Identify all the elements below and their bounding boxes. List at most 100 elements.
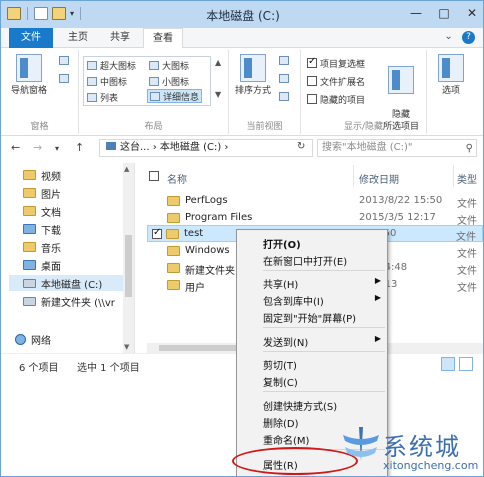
nav-item-local-disk[interactable]: 本地磁盘 (C:): [9, 275, 123, 291]
window-controls: — □ ✕: [409, 6, 479, 20]
layout-small[interactable]: 小图标: [149, 74, 189, 88]
maximize-button[interactable]: □: [437, 6, 451, 20]
nav-item-documents[interactable]: 文档: [23, 203, 61, 219]
nav-item-label: 图片: [41, 189, 61, 201]
menu-item-cut[interactable]: 剪切(T): [263, 357, 385, 372]
size-columns-button[interactable]: [279, 92, 289, 104]
nav-item-network[interactable]: 网络: [15, 331, 51, 347]
documents-folder-icon: [23, 206, 36, 216]
table-row[interactable]: PerfLogs 2013/8/22 15:50 文件: [149, 193, 483, 210]
nav-item-desktop[interactable]: 桌面: [23, 257, 61, 273]
minimize-button[interactable]: —: [409, 6, 423, 20]
nav-scroll-thumb[interactable]: [125, 235, 132, 297]
ribbon-expand-icon[interactable]: ⌄: [444, 31, 452, 42]
layout-extra-large[interactable]: 超大图标: [87, 58, 136, 72]
search-input[interactable]: 搜索"本地磁盘 (C:)" ⚲: [317, 139, 477, 157]
file-name: 用户: [185, 283, 205, 294]
add-columns-button[interactable]: [279, 74, 289, 86]
help-icon[interactable]: ?: [462, 31, 475, 44]
row-checkbox-checked-icon[interactable]: [152, 227, 162, 239]
layout-label: 中图标: [100, 77, 128, 88]
tab-view[interactable]: 查看: [143, 28, 183, 49]
checkbox-icon: [307, 94, 317, 104]
item-count: 6 个项目: [19, 363, 59, 374]
large-icons-view-icon[interactable]: [459, 357, 473, 371]
navigation-pane: 视频 图片 文档 下载 音乐 桌面 本地磁盘 (C:) 新建文件夹 (\\vr …: [1, 163, 135, 353]
nav-item-downloads[interactable]: 下载: [23, 221, 61, 237]
recent-locations-icon[interactable]: ▾: [55, 144, 59, 153]
menu-item-copy[interactable]: 复制(C): [263, 374, 385, 389]
sort-by-button[interactable]: 排序方式: [231, 54, 275, 97]
menu-separator: [263, 351, 385, 352]
checkbox-label: 项目复选框: [320, 59, 366, 70]
music-folder-icon: [23, 242, 36, 252]
address-input[interactable]: 这台... › 本地磁盘 (C:) ›: [99, 139, 313, 157]
file-name: PerfLogs: [185, 195, 228, 206]
desktop-folder-icon: [23, 260, 36, 270]
nav-item-videos[interactable]: 视频: [23, 167, 61, 183]
ribbon-group-current-view: 排序方式 当前视图: [229, 50, 301, 134]
file-extensions-toggle[interactable]: 文件扩展名: [307, 74, 365, 88]
menu-item-pin-start[interactable]: 固定到"开始"屏幕(P): [263, 310, 385, 325]
forward-arrow-icon[interactable]: →: [33, 141, 42, 154]
layout-scroll-icon[interactable]: ▲: [215, 58, 221, 67]
item-checkboxes-toggle[interactable]: 项目复选框: [307, 56, 365, 70]
folder-icon: [167, 213, 180, 223]
layout-large[interactable]: 大图标: [149, 58, 189, 72]
menu-item-include-library[interactable]: 包含到库中(I) ▶: [263, 293, 385, 308]
ribbon-right-controls: ⌄ ?: [444, 31, 475, 44]
menu-item-create-shortcut[interactable]: 创建快捷方式(S): [263, 398, 385, 413]
menu-item-open[interactable]: 打开(O): [263, 236, 385, 251]
close-button[interactable]: ✕: [465, 6, 479, 20]
details-pane-button[interactable]: [59, 74, 69, 86]
menu-item-send-to[interactable]: 发送到(N) ▶: [263, 334, 385, 349]
large-icons-icon: [149, 60, 159, 70]
column-header-date[interactable]: 修改日期: [359, 171, 399, 186]
back-arrow-icon[interactable]: ←: [11, 141, 20, 154]
ribbon-group-options: 选项: [427, 50, 483, 134]
menu-item-open-new-window[interactable]: 在新窗口中打开(E): [263, 253, 385, 268]
folder-icon: [167, 196, 180, 206]
up-arrow-icon[interactable]: ↑: [75, 141, 84, 154]
refresh-icon[interactable]: ↻: [297, 141, 305, 152]
layout-list[interactable]: 列表: [87, 90, 118, 104]
nav-item-pictures[interactable]: 图片: [23, 185, 61, 201]
column-header-name[interactable]: 名称: [167, 171, 187, 186]
selected-count: 选中 1 个项目: [77, 363, 140, 374]
scroll-up-icon[interactable]: ▲: [124, 165, 129, 173]
checkbox-checked-icon: [307, 56, 317, 68]
nav-item-music[interactable]: 音乐: [23, 239, 61, 255]
hide-selected-icon: [388, 66, 414, 94]
nav-pane-button[interactable]: 导航窗格: [7, 54, 51, 97]
group-label-show-hide: 显示/隐藏: [343, 122, 384, 132]
nav-pane-scrollbar[interactable]: ▲ ▼: [123, 163, 134, 353]
options-label: 选项: [441, 86, 460, 96]
scroll-down-icon[interactable]: ▼: [124, 343, 129, 351]
checkbox-label: 隐藏的项目: [320, 95, 366, 106]
watermark-logo-icon: [343, 427, 379, 461]
ribbon-tabs: 文件 主页 共享 查看 ⌄ ?: [1, 28, 483, 49]
menu-item-share[interactable]: 共享(H) ▶: [263, 276, 385, 291]
layout-medium[interactable]: 中图标: [87, 74, 127, 88]
preview-pane-button[interactable]: [59, 56, 69, 68]
nav-item-label: 文档: [41, 207, 61, 219]
nav-item-network-drive[interactable]: 新建文件夹 (\\vr: [23, 293, 115, 309]
column-header-type[interactable]: 类型: [457, 171, 477, 186]
search-icon[interactable]: ⚲: [466, 141, 473, 156]
title-bar: ▾ 本地磁盘 (C:) — □ ✕: [1, 1, 483, 28]
details-view-icon[interactable]: [441, 357, 455, 371]
column-separator[interactable]: [453, 165, 454, 187]
menu-item-label: 发送到(N): [263, 338, 309, 349]
tab-file[interactable]: 文件: [9, 28, 53, 48]
select-all-checkbox[interactable]: [149, 171, 159, 181]
column-separator[interactable]: [353, 165, 354, 187]
group-by-button[interactable]: [279, 56, 289, 68]
layout-details[interactable]: 详细信息: [147, 89, 203, 103]
tab-home[interactable]: 主页: [59, 28, 97, 48]
medium-icons-icon: [87, 76, 97, 86]
tab-share[interactable]: 共享: [101, 28, 139, 48]
options-button[interactable]: 选项: [431, 54, 471, 97]
hidden-items-toggle[interactable]: 隐藏的项目: [307, 92, 365, 106]
layout-more-icon[interactable]: ▼: [215, 90, 221, 99]
nav-pane-label: 导航窗格: [10, 86, 47, 96]
